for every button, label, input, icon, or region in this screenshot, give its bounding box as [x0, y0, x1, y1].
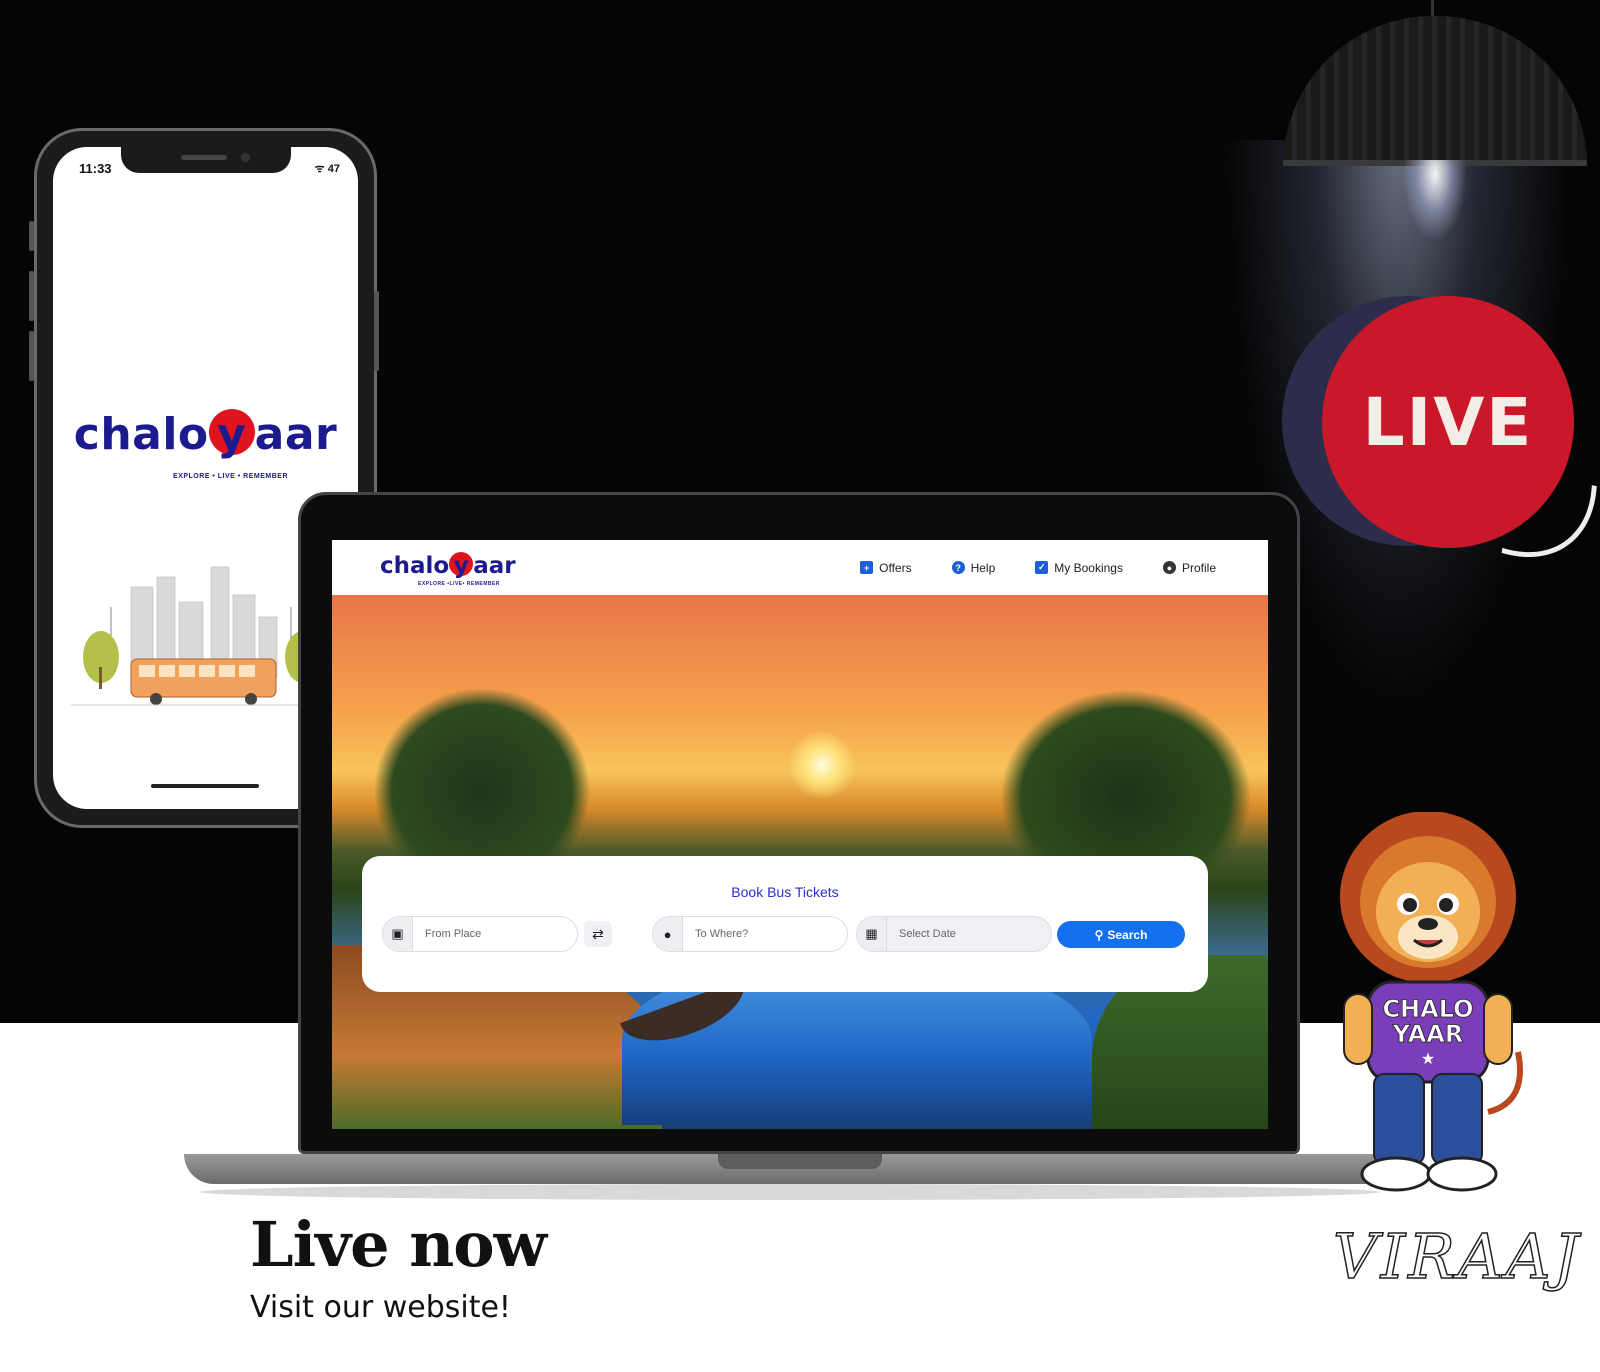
site-navbar: chalo y aar EXPLORE •LIVE• REMEMBER + Offe…: [332, 540, 1268, 595]
phone-volume-up: [29, 271, 34, 321]
nav-profile[interactable]: ● Profile: [1162, 560, 1216, 575]
location-pin-icon: ●: [653, 917, 683, 951]
phone-app-logo: chalo y aar: [53, 409, 358, 460]
logo-aar: aar: [254, 409, 338, 460]
bus-icon: ▣: [383, 917, 413, 951]
site-logo-y: y: [449, 552, 474, 579]
to-where-placeholder: To Where?: [695, 928, 749, 940]
gift-icon: +: [860, 561, 874, 574]
site-logo[interactable]: chalo y aar: [380, 552, 516, 579]
nav-help[interactable]: ? Help: [951, 560, 996, 575]
notch-camera: [241, 153, 250, 162]
user-circle-icon: ●: [1162, 561, 1176, 574]
from-place-placeholder: From Place: [425, 928, 482, 940]
phone-side-button: [29, 221, 34, 251]
sun: [787, 730, 857, 800]
nav-links: + Offers ? Help ✓ My Bookings ● Profile: [860, 540, 1216, 595]
calendar-icon: ▦: [857, 917, 887, 951]
swap-icon: ⇄: [592, 925, 604, 942]
home-indicator: [151, 784, 259, 788]
status-icons: ᯤ 47: [314, 163, 340, 175]
from-place-input[interactable]: ▣ From Place: [382, 916, 578, 952]
search-card-title: Book Bus Tickets: [731, 884, 839, 900]
phone-notch: [121, 147, 291, 173]
shirt-text-yaar: YAAR: [1392, 1020, 1464, 1048]
to-where-input[interactable]: ● To Where?: [652, 916, 848, 952]
phone-power-button: [374, 291, 379, 371]
laptop-shadow: [200, 1184, 1380, 1200]
shirt-text-chalo: CHALO: [1382, 995, 1473, 1023]
signature: VIRAAJ: [1332, 1219, 1582, 1294]
laptop-hinge-notch: [718, 1154, 882, 1169]
notch-speaker: [181, 155, 227, 160]
search-card: Book Bus Tickets ▣ From Place ⇄ ● To Whe…: [362, 856, 1208, 992]
subline: Visit our website!: [250, 1290, 511, 1325]
lion-mascot: CHALO YAAR ★: [1340, 812, 1523, 1192]
nav-my-bookings-label: My Bookings: [1054, 560, 1123, 575]
search-button-label: Search: [1107, 927, 1148, 942]
nav-offers-label: Offers: [879, 560, 912, 575]
question-circle-icon: ?: [951, 561, 965, 574]
site-logo-chalo: chalo: [380, 553, 450, 579]
select-date-placeholder: Select Date: [899, 928, 956, 940]
site-logo-tagline: EXPLORE •LIVE• REMEMBER: [418, 581, 500, 587]
laptop-screen: Book Bus Tickets ▣ From Place ⇄ ● To Whe…: [332, 540, 1268, 1129]
swap-button[interactable]: ⇄: [584, 921, 612, 947]
search-button[interactable]: ⚲ Search: [1057, 921, 1185, 948]
search-icon: ⚲: [1094, 927, 1104, 942]
hero-backwater-image: Book Bus Tickets ▣ From Place ⇄ ● To Whe…: [332, 595, 1268, 1129]
headline: Live now: [250, 1208, 547, 1281]
nav-offers[interactable]: + Offers: [860, 560, 912, 575]
select-date-input[interactable]: ▦ Select Date: [856, 916, 1052, 952]
svg-text:★: ★: [1421, 1051, 1435, 1068]
calendar-check-icon: ✓: [1035, 561, 1049, 574]
logo-chalo: chalo: [73, 409, 209, 460]
site-logo-aar: aar: [473, 553, 516, 579]
nav-help-label: Help: [970, 560, 996, 575]
phone-volume-down: [29, 331, 34, 381]
logo-y: y: [208, 409, 255, 460]
status-time: 11:33: [79, 161, 112, 176]
phone-logo-tagline: EXPLORE • LIVE • REMEMBER: [172, 473, 289, 480]
nav-profile-label: Profile: [1181, 560, 1216, 575]
nav-my-bookings[interactable]: ✓ My Bookings: [1035, 561, 1123, 575]
lamp-light-beam: [1395, 160, 1475, 300]
